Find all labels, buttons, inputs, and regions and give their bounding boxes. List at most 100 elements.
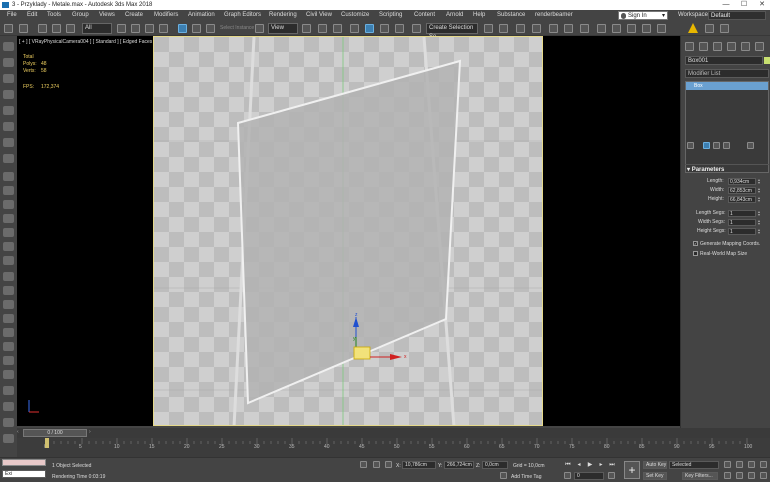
- menu-group[interactable]: Group: [72, 10, 89, 21]
- spinner-snap-icon[interactable]: [395, 24, 404, 33]
- parameters-rollout-title[interactable]: ▾ Parameters: [687, 166, 724, 173]
- hierarchy-tab-icon[interactable]: [713, 42, 722, 51]
- display-icon[interactable]: [3, 74, 14, 83]
- help-icon[interactable]: [3, 434, 14, 443]
- curve-editor-icon[interactable]: [549, 24, 558, 33]
- spacewarps-icon[interactable]: [3, 154, 14, 163]
- object-color-swatch[interactable]: [764, 57, 770, 64]
- y-coord-field[interactable]: 266,724cm: [444, 461, 474, 469]
- select-by-name-icon[interactable]: [131, 24, 140, 33]
- param-width-spinner[interactable]: 62,853cm: [728, 187, 756, 194]
- time-slider-handle[interactable]: 0 / 100: [23, 429, 87, 437]
- spinner-arrows-icon[interactable]: ▴ ▾: [758, 187, 762, 194]
- edit-named-selection-icon[interactable]: [412, 24, 421, 33]
- menu-help[interactable]: Help: [473, 10, 485, 21]
- menu-edit[interactable]: Edit: [27, 10, 37, 21]
- vray-toolbar-icon[interactable]: [657, 24, 666, 33]
- bind-space-warp-icon[interactable]: [66, 24, 75, 33]
- manage-layers-icon[interactable]: [705, 24, 714, 33]
- cone-icon[interactable]: [3, 228, 14, 237]
- maxscript-input[interactable]: Exi: [2, 470, 46, 478]
- render-production-icon[interactable]: [627, 24, 636, 33]
- menu-rendering[interactable]: Rendering: [269, 10, 297, 21]
- layer-explorer-icon[interactable]: [516, 24, 525, 33]
- key-filters-button[interactable]: Key Filters...: [682, 472, 718, 480]
- key-mode-icon[interactable]: [564, 472, 571, 479]
- viewport-config-icon[interactable]: [3, 418, 14, 427]
- param-height-segs-spinner[interactable]: 1: [728, 228, 756, 235]
- prev-key-icon[interactable]: ◂: [575, 461, 583, 469]
- zoom-extents-icon[interactable]: [748, 461, 755, 468]
- paint-icon[interactable]: [3, 286, 14, 295]
- scene-explorer-icon[interactable]: [3, 42, 14, 51]
- play-icon[interactable]: ▶: [586, 461, 594, 469]
- maximize-button[interactable]: ☐: [736, 0, 752, 10]
- select-scale-icon[interactable]: [206, 24, 215, 33]
- time-config-icon[interactable]: [608, 472, 615, 479]
- render-in-cloud-icon[interactable]: [642, 24, 651, 33]
- align-icon[interactable]: [499, 24, 508, 33]
- current-frame-field[interactable]: 0: [574, 472, 604, 480]
- snaps-toggle-icon[interactable]: [350, 24, 359, 33]
- create-tab-icon[interactable]: [685, 42, 694, 51]
- particle-icon[interactable]: [3, 300, 14, 309]
- next-frame-icon[interactable]: ›: [89, 429, 91, 435]
- sun-icon[interactable]: [3, 242, 14, 251]
- torus-icon[interactable]: [3, 214, 14, 223]
- modifier-list-dropdown[interactable]: Modifier List: [685, 69, 769, 78]
- param-length-spinner[interactable]: 0,934cm: [728, 178, 756, 185]
- menu-file[interactable]: File: [7, 10, 17, 21]
- param-length-segs-spinner[interactable]: 1: [728, 210, 756, 217]
- selection-lock-icon[interactable]: [373, 461, 380, 468]
- zoom-all-icon[interactable]: [736, 461, 743, 468]
- time-cursor[interactable]: [45, 438, 49, 448]
- maximize-viewport-icon[interactable]: [760, 472, 767, 479]
- key-set-dropdown[interactable]: Selected: [669, 461, 719, 469]
- object-name-field[interactable]: Box001: [685, 56, 763, 65]
- set-key-big-icon[interactable]: +: [624, 461, 640, 479]
- window-crossing-icon[interactable]: [159, 24, 168, 33]
- percent-snap-icon[interactable]: [380, 24, 389, 33]
- close-button[interactable]: ✕: [754, 0, 770, 10]
- show-end-result-icon[interactable]: [703, 142, 710, 149]
- workspaces-dropdown[interactable]: Default: [708, 11, 766, 20]
- real-world-checkbox[interactable]: [693, 251, 698, 256]
- param-height-spinner[interactable]: 66,843cm: [728, 196, 756, 203]
- rectangular-selection-icon[interactable]: [145, 24, 154, 33]
- select-move-icon[interactable]: [178, 24, 187, 33]
- named-selection-dropdown[interactable]: Create Selection Se: [426, 23, 478, 40]
- orbit-icon[interactable]: [748, 472, 755, 479]
- mirror-icon[interactable]: [484, 24, 493, 33]
- add-time-tag[interactable]: Add Time Tag: [511, 474, 541, 480]
- param-width-segs-spinner[interactable]: 1: [728, 219, 756, 226]
- select-manipulate-icon[interactable]: [318, 24, 327, 33]
- select-instance-label[interactable]: Select Instance: [220, 23, 256, 34]
- cylinder-icon[interactable]: [3, 200, 14, 209]
- remove-modifier-icon[interactable]: [723, 142, 730, 149]
- display-tab-icon[interactable]: [741, 42, 750, 51]
- plane-icon[interactable]: [3, 272, 14, 281]
- menu-views[interactable]: Views: [99, 10, 115, 21]
- gear-icon[interactable]: [3, 370, 14, 379]
- auto-key-button[interactable]: Auto Key: [643, 461, 667, 469]
- helpers-icon[interactable]: [3, 138, 14, 147]
- isolate-selection-icon[interactable]: [360, 461, 367, 468]
- cameras-icon[interactable]: [3, 122, 14, 131]
- configure-modifier-sets-icon[interactable]: [747, 142, 754, 149]
- spinner-arrows-icon[interactable]: ▴ ▾: [758, 178, 762, 185]
- minimize-button[interactable]: —: [718, 0, 734, 10]
- absolute-mode-icon[interactable]: [385, 461, 392, 468]
- sort-icon[interactable]: [3, 58, 14, 67]
- modify-tab-icon[interactable]: [699, 42, 708, 51]
- schematic-view-icon[interactable]: [564, 24, 573, 33]
- spinner-arrows-icon[interactable]: ▴ ▾: [758, 219, 762, 226]
- toggle-ribbon-icon[interactable]: [532, 24, 541, 33]
- select-rotate-icon[interactable]: [192, 24, 201, 33]
- pan-view-icon[interactable]: [736, 472, 743, 479]
- make-unique-icon[interactable]: [713, 142, 720, 149]
- warning-icon[interactable]: [688, 23, 698, 33]
- gizmo-plane-handle[interactable]: [353, 346, 371, 360]
- render-setup-icon[interactable]: [597, 24, 606, 33]
- sign-in-dropdown[interactable]: Sign In ▾: [618, 11, 668, 20]
- time-slider[interactable]: 0 / 100 ‹ ›: [17, 428, 770, 438]
